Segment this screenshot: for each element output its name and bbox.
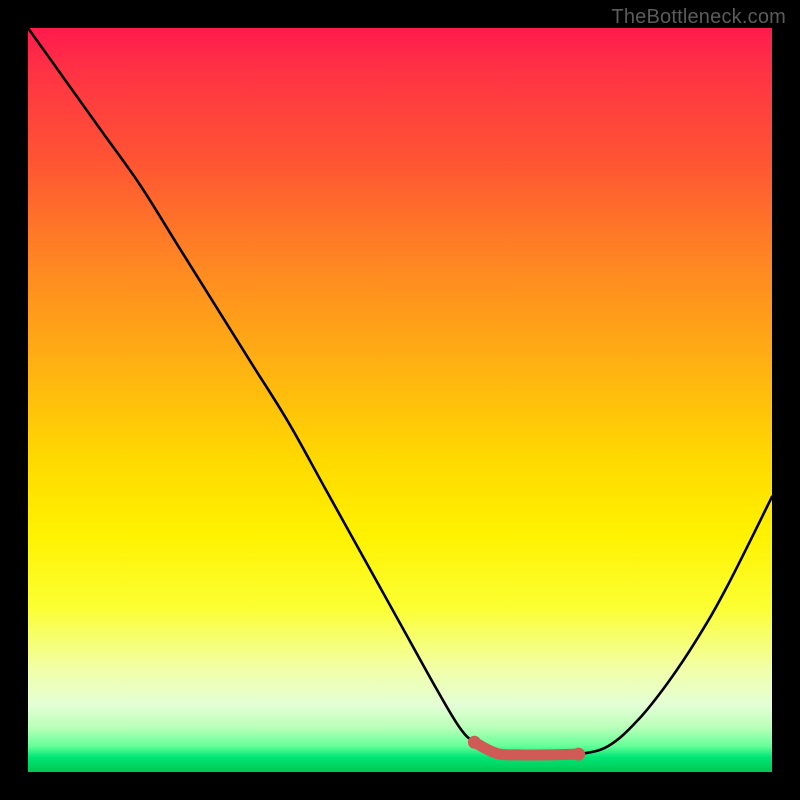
- chart-container: TheBottleneck.com: [0, 0, 800, 800]
- optimal-zone-end-dot: [572, 748, 585, 761]
- optimal-zone-start-dot: [468, 736, 481, 749]
- watermark-text: TheBottleneck.com: [611, 6, 786, 29]
- chart-svg: [28, 28, 772, 772]
- optimal-zone-path: [474, 742, 578, 755]
- bottleneck-curve-path: [28, 28, 772, 755]
- plot-area: [28, 28, 772, 772]
